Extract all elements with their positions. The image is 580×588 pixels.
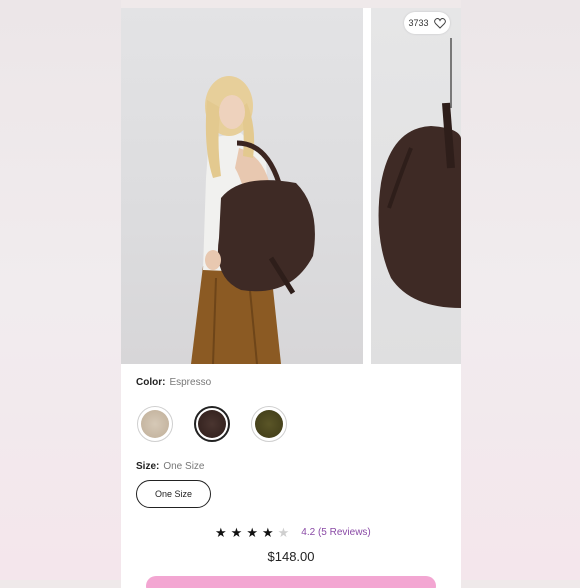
color-swatch-olive[interactable] <box>251 406 287 442</box>
star-icon: ★ <box>230 525 243 540</box>
size-label-row: Size: One Size <box>136 461 204 472</box>
bag-detail-illustration <box>378 38 461 308</box>
star-icon: ★ <box>215 525 227 540</box>
like-button[interactable]: 3733 <box>404 12 450 34</box>
star-empty-icon: ★ <box>277 525 290 540</box>
star-icon: ★ <box>246 525 258 540</box>
star-icon: ★ <box>261 525 274 540</box>
heart-icon <box>433 17 446 29</box>
size-option-button[interactable]: One Size <box>136 480 211 508</box>
color-swatch-espresso[interactable] <box>194 406 230 442</box>
like-count: 3733 <box>408 18 429 28</box>
product-card: 3733 Color: Espresso Size: One Size One Si… <box>121 8 461 588</box>
color-label: Color: <box>136 377 166 388</box>
color-swatch-sand[interactable] <box>137 406 173 442</box>
image-gallery[interactable]: 3733 <box>121 8 461 364</box>
size-label: Size: <box>136 461 160 472</box>
swatch-fill <box>141 410 169 438</box>
swatch-fill <box>198 410 226 438</box>
product-price: $148.00 <box>267 549 315 564</box>
product-photo-main[interactable] <box>121 8 363 364</box>
size-selected-value: One Size <box>163 461 205 472</box>
color-selected-value: Espresso <box>169 377 212 388</box>
background-left-panel <box>0 0 121 580</box>
background-right-panel <box>461 0 580 580</box>
rating-row[interactable]: ★ ★ ★ ★ ★ 4.2 (5 Reviews) <box>215 526 371 539</box>
color-label-row: Color: Espresso <box>136 377 211 388</box>
add-to-bag-button[interactable] <box>146 576 436 588</box>
model-illustration <box>191 76 315 364</box>
product-photo-secondary[interactable] <box>371 8 461 364</box>
swatch-fill <box>255 410 283 438</box>
reviews-link[interactable]: 4.2 (5 Reviews) <box>301 527 370 538</box>
